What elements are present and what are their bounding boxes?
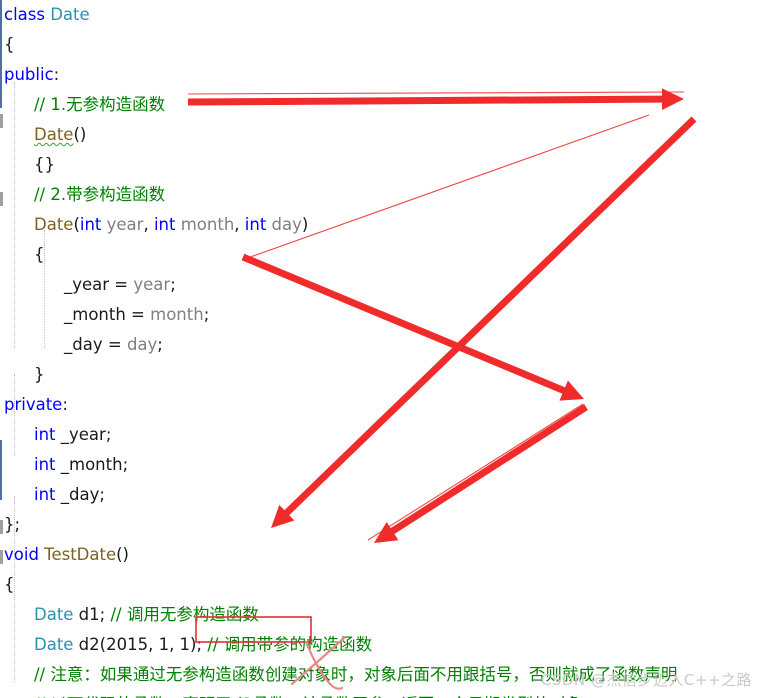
code-token: ; — [203, 305, 210, 324]
code-token: d1; — [73, 605, 111, 624]
code-token: int — [79, 215, 107, 234]
change-bar — [0, 0, 2, 108]
code-line[interactable]: int _year; — [0, 420, 764, 450]
code-line[interactable]: class Date — [0, 0, 764, 30]
code-token: private — [4, 395, 63, 414]
code-token: day — [271, 215, 302, 234]
code-token: int — [153, 215, 181, 234]
code-token: public — [4, 65, 54, 84]
code-token: , — [234, 215, 245, 234]
code-token: {} — [34, 155, 55, 174]
change-bar — [0, 440, 2, 500]
code-line[interactable]: Date() — [0, 120, 764, 150]
code-token: month — [150, 305, 204, 324]
code-line[interactable]: // 2.带参构造函数 — [0, 180, 764, 210]
code-token: Date — [34, 125, 74, 144]
csdn-watermark: CSDN @杰信步迈入C++之路 — [540, 671, 752, 689]
code-token: int — [244, 215, 272, 234]
code-token: }; — [4, 515, 21, 534]
code-token: class — [4, 5, 51, 24]
code-token: : — [53, 65, 60, 84]
code-area[interactable]: class Date{public:// 1.无参构造函数 Date(){}// … — [0, 0, 764, 698]
code-line[interactable]: private: — [0, 390, 764, 420]
code-token: int — [34, 485, 56, 504]
code-line[interactable]: int _day; — [0, 480, 764, 510]
code-line[interactable]: _year = year; — [0, 270, 764, 300]
code-token: _month — [64, 305, 126, 324]
code-line[interactable]: void TestDate() — [0, 540, 764, 570]
code-token: // 2.带参构造函数 — [34, 185, 166, 204]
code-token: ) — [301, 215, 309, 234]
code-token: TestDate — [44, 545, 117, 564]
collapsed-region-marker[interactable] — [0, 550, 3, 564]
code-token: _year; — [55, 425, 112, 444]
code-token: = — [102, 335, 127, 354]
code-line[interactable]: { — [0, 570, 764, 600]
code-token: { — [4, 575, 15, 594]
code-token: ; — [157, 335, 163, 354]
collapsed-region-marker[interactable] — [0, 114, 3, 128]
code-line[interactable]: {} — [0, 150, 764, 180]
code-token: () — [73, 125, 87, 144]
code-token: year — [106, 215, 144, 234]
code-token: = — [109, 275, 134, 294]
code-token: _day — [64, 335, 103, 354]
code-token: { — [34, 245, 45, 264]
code-editor-screenshot: class Date{public:// 1.无参构造函数 Date(){}// … — [0, 0, 764, 698]
code-token: { — [4, 35, 15, 54]
code-token: ; — [170, 275, 176, 294]
code-token: _month; — [55, 455, 129, 474]
code-token: Date — [34, 605, 74, 624]
code-token: Date — [50, 5, 90, 24]
code-token: , — [143, 215, 154, 234]
code-token: // 调用带参的构造函数 — [207, 635, 373, 654]
code-token: Date — [34, 215, 74, 234]
code-token: d2(2015, 1, 1); — [73, 635, 208, 654]
code-line[interactable]: Date(int year, int month, int day) — [0, 210, 764, 240]
code-line[interactable]: { — [0, 240, 764, 270]
code-token: int — [34, 455, 56, 474]
code-line[interactable]: int _month; — [0, 450, 764, 480]
code-token: // 1.无参构造函数 — [34, 95, 166, 114]
code-line[interactable]: Date d1; // 调用无参构造函数 — [0, 600, 764, 630]
code-token: () — [116, 545, 129, 564]
code-line[interactable]: // 以下代码的函数：声明了d3函数，该函数无参，返回一个日期类型的对象 — [0, 690, 764, 698]
collapsed-region-marker[interactable] — [0, 520, 3, 534]
code-line[interactable]: }; — [0, 510, 764, 540]
code-token: } — [34, 365, 45, 384]
code-line[interactable]: public: — [0, 60, 764, 90]
code-token: Date — [34, 635, 74, 654]
code-line[interactable]: { — [0, 30, 764, 60]
code-token: = — [125, 305, 151, 324]
code-token: // 调用无参构造函数 — [110, 605, 259, 624]
code-token: : — [62, 395, 68, 414]
code-token: int — [34, 425, 56, 444]
code-line[interactable]: Date d2(2015, 1, 1); // 调用带参的构造函数 — [0, 630, 764, 660]
code-token: _day; — [55, 485, 105, 504]
code-token: _year — [64, 275, 110, 294]
code-line[interactable]: } — [0, 360, 764, 390]
code-token: day — [126, 335, 158, 354]
collapsed-region-marker[interactable] — [0, 192, 3, 206]
code-token: month — [180, 215, 235, 234]
code-line[interactable]: _month = month; — [0, 300, 764, 330]
code-line[interactable]: _day = day; — [0, 330, 764, 360]
code-token: year — [133, 275, 171, 294]
code-token: void — [4, 545, 45, 564]
code-line[interactable]: // 1.无参构造函数 — [0, 90, 764, 120]
